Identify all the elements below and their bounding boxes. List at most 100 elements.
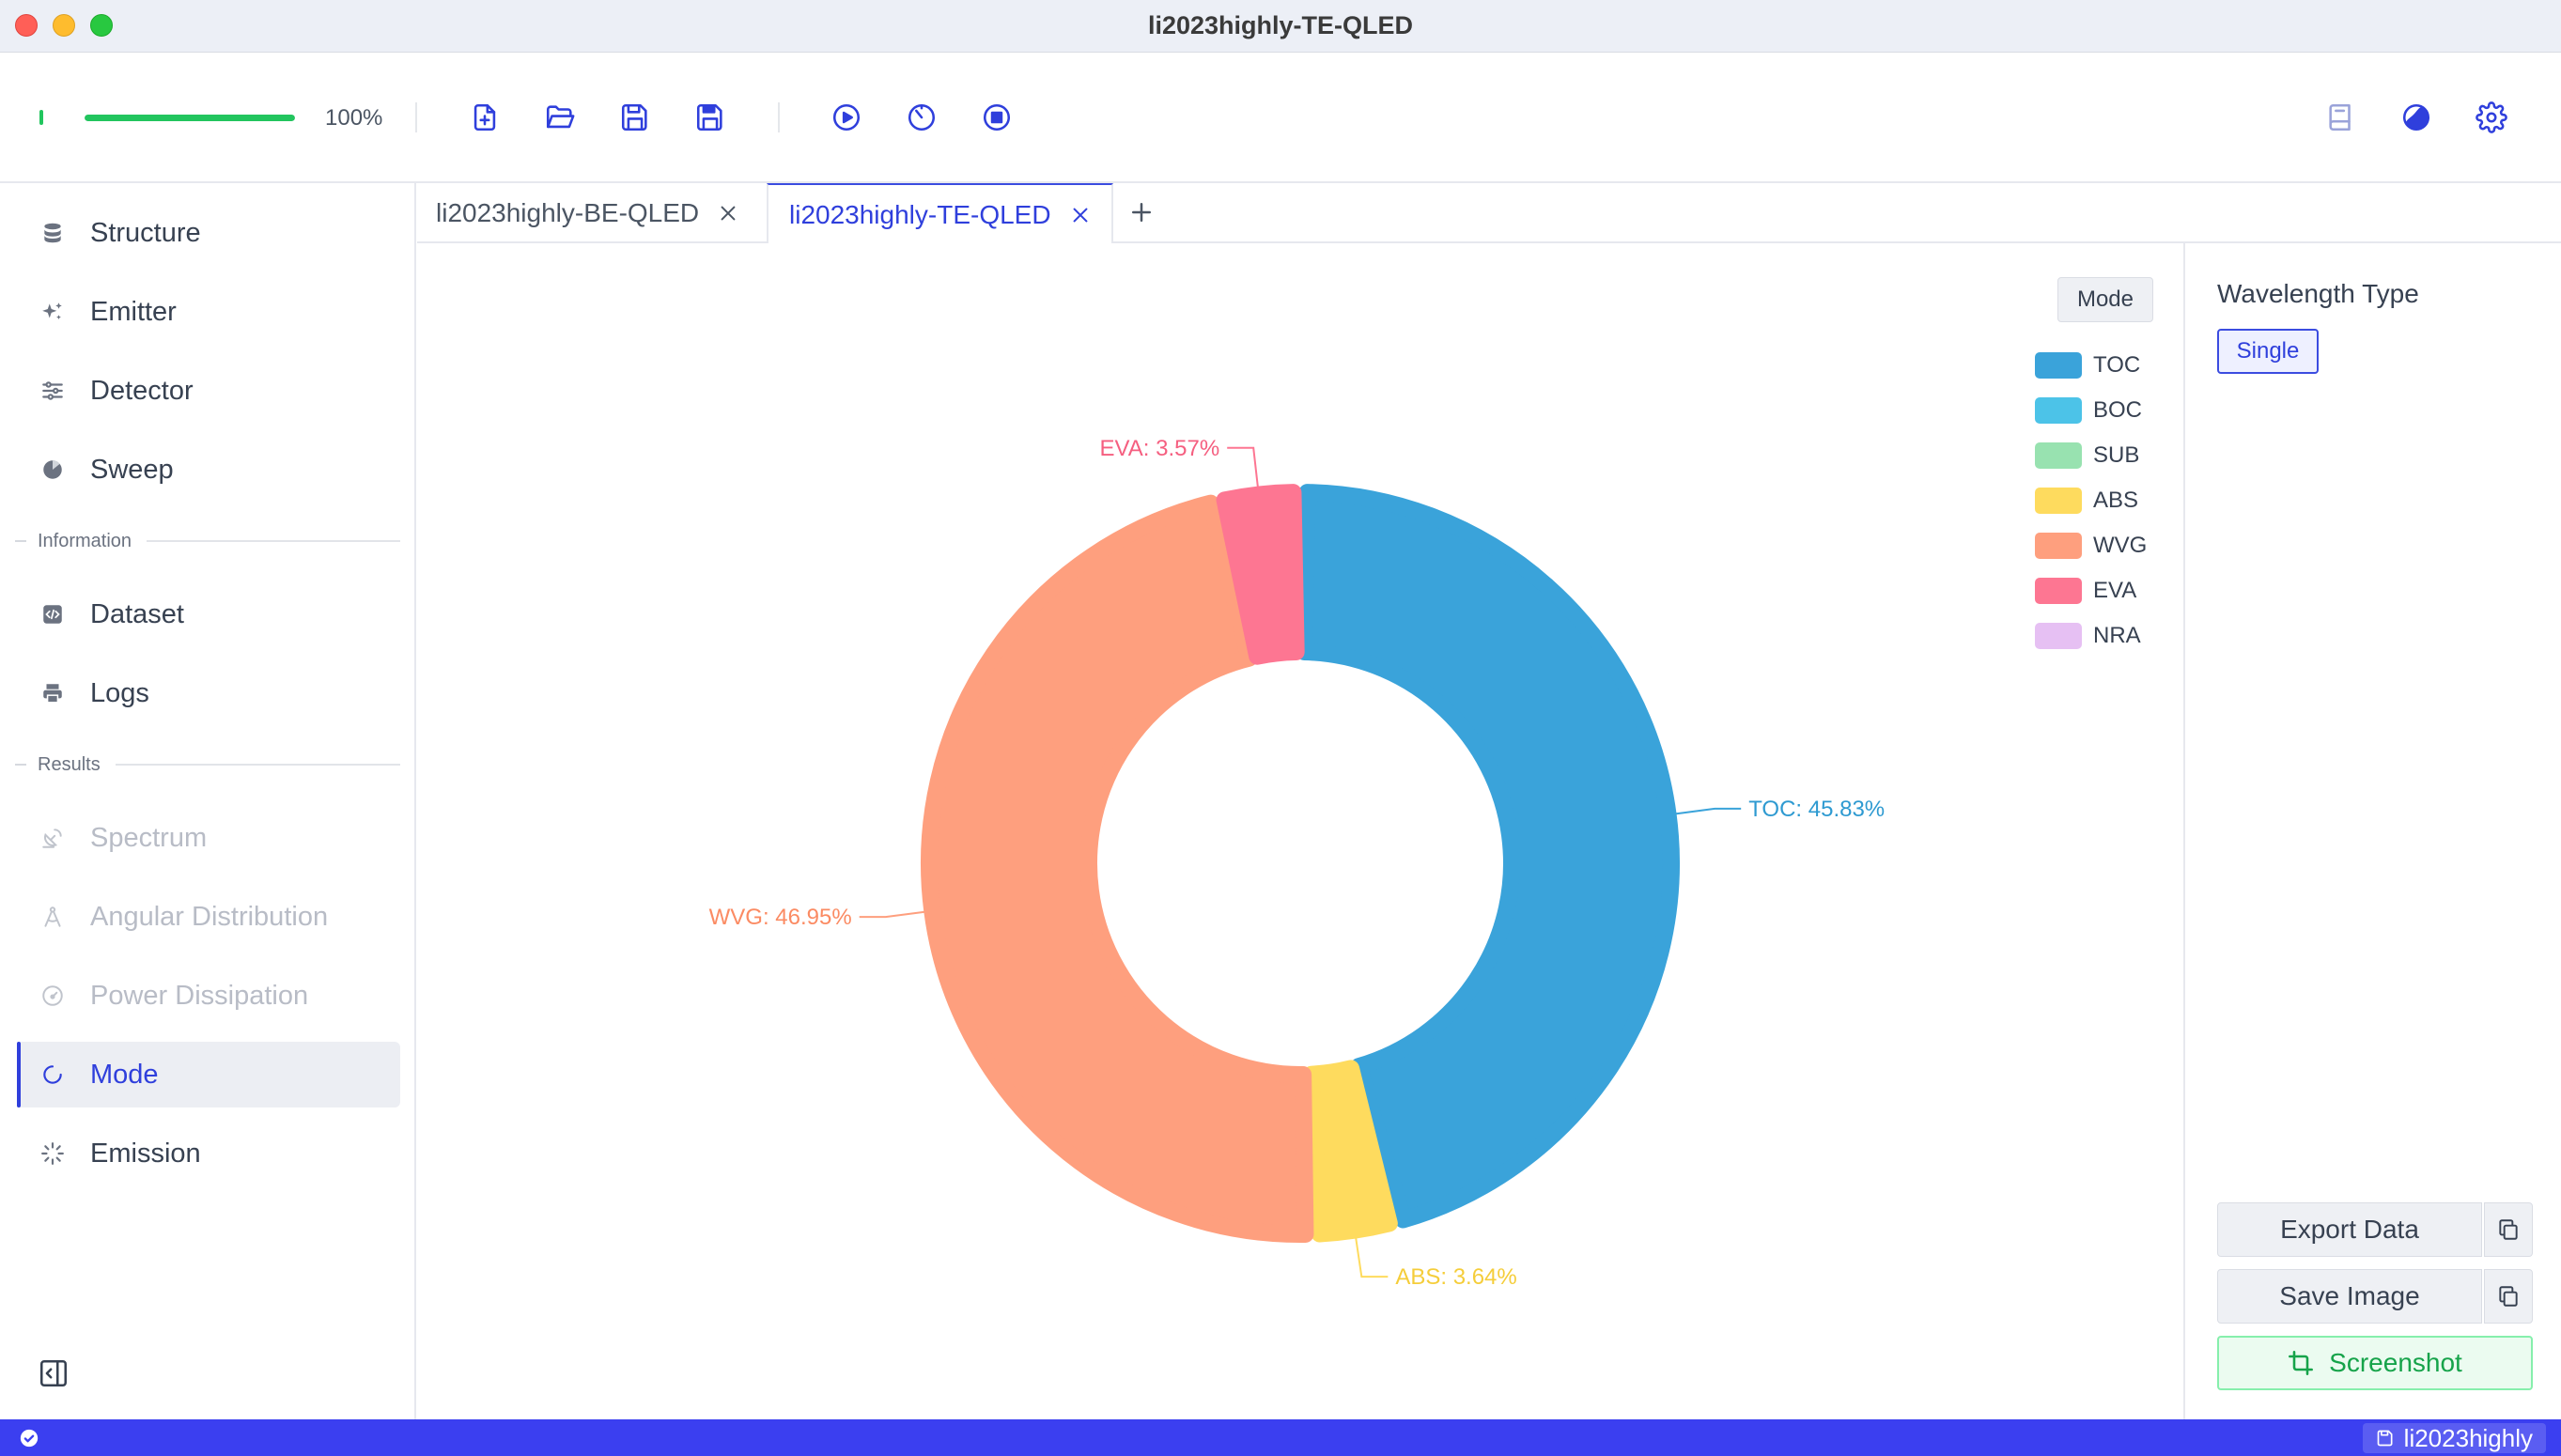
slice-label-wvg: WVG: 46.95% [709, 905, 852, 930]
progress-bar [85, 115, 295, 121]
chart-legend: TOC BOC SUB ABS WVG EVA NRA [2035, 343, 2147, 658]
progress-bar-fill [85, 115, 295, 121]
mode-button[interactable]: Mode [2057, 277, 2153, 322]
slice-label-toc: TOC: 45.83% [1748, 797, 1885, 822]
right-panel: Wavelength Type Single Export Data Save … [2183, 243, 2561, 1419]
legend-item-eva[interactable]: EVA [2035, 568, 2147, 613]
circle-notch-icon [39, 1061, 66, 1088]
new-file-button[interactable] [466, 99, 504, 136]
timer-icon [908, 103, 936, 132]
legend-item-wvg[interactable]: WVG [2035, 523, 2147, 568]
project-indicator[interactable]: li2023highly [2362, 1423, 2546, 1453]
open-folder-icon [546, 105, 575, 129]
copy-image-button[interactable] [2484, 1269, 2533, 1324]
sidebar-item-label: Dataset [90, 598, 184, 629]
settings-icon [2476, 101, 2507, 133]
window-title: li2023highly-TE-QLED [1147, 11, 1414, 39]
sidebar-item-dataset[interactable]: Dataset [17, 581, 400, 647]
sidebar-item-emission[interactable]: Emission [17, 1121, 400, 1186]
status-bar: li2023highly [0, 1419, 2561, 1456]
run-icon [832, 103, 861, 132]
docs-button[interactable] [2322, 99, 2360, 136]
legend-swatch [2035, 442, 2082, 469]
tab-be-qled[interactable]: li2023highly-BE-QLED [436, 183, 740, 243]
crop-icon [2289, 1351, 2314, 1375]
book-icon [2329, 103, 2351, 132]
sidebar-item-label: Angular Distribution [90, 901, 329, 932]
toolbar-divider [778, 102, 780, 132]
legend-item-toc[interactable]: TOC [2035, 343, 2147, 388]
burst-icon [39, 1140, 66, 1167]
screenshot-button[interactable]: Screenshot [2217, 1336, 2533, 1390]
open-folder-button[interactable] [541, 99, 579, 136]
sidebar-item-sweep[interactable]: Sweep [17, 437, 400, 503]
section-header-information: Information [15, 527, 400, 555]
add-tab-button[interactable] [1127, 198, 1156, 226]
sidebar-item-spectrum: Spectrum [17, 805, 400, 871]
copy-data-button[interactable] [2484, 1202, 2533, 1257]
sidebar-item-emitter[interactable]: Emitter [17, 279, 400, 345]
sidebar-item-angular-distribution: Angular Distribution [17, 884, 400, 950]
single-wavelength-button[interactable]: Single [2217, 329, 2319, 374]
save-icon [2377, 1430, 2393, 1447]
collapse-sidebar-button[interactable] [38, 1357, 70, 1389]
slice-label-eva: EVA: 3.57% [1100, 436, 1220, 461]
plus-icon [1132, 203, 1151, 222]
legend-item-sub[interactable]: SUB [2035, 433, 2147, 478]
export-data-button[interactable]: Export Data [2217, 1202, 2482, 1257]
legend-item-boc[interactable]: BOC [2035, 388, 2147, 433]
wavelength-type-title: Wavelength Type [2217, 279, 2419, 308]
legend-swatch [2035, 397, 2082, 424]
sidebar: Structure Emitter Detector Sweep Informa… [0, 183, 416, 1419]
legend-label: WVG [2093, 533, 2148, 558]
sidebar-item-structure[interactable]: Structure [17, 200, 400, 266]
sidebar-item-label: Mode [90, 1059, 159, 1090]
save-icon [621, 103, 647, 132]
sidebar-item-mode[interactable]: Mode [17, 1042, 400, 1107]
timer-button[interactable] [903, 99, 940, 136]
legend-item-abs[interactable]: ABS [2035, 478, 2147, 523]
code-file-icon [39, 601, 66, 627]
sidebar-item-label: Logs [90, 677, 149, 708]
sidebar-item-detector[interactable]: Detector [17, 358, 400, 424]
printer-icon [39, 680, 66, 706]
legend-label: EVA [2093, 578, 2137, 603]
chart-area: TOC: 45.83% ABS: 3.64% WVG: 46.95% EVA: 3.5… [417, 243, 2183, 1419]
label-leader-line [859, 910, 925, 919]
save-image-button[interactable]: Save Image [2217, 1269, 2482, 1324]
legend-label: BOC [2093, 397, 2143, 423]
run-button[interactable] [828, 99, 865, 136]
tab-label: li2023highly-BE-QLED [436, 198, 700, 227]
legend-item-nra[interactable]: NRA [2035, 613, 2147, 658]
toolbar: 100% [0, 54, 2561, 183]
close-icon[interactable] [1068, 203, 1093, 227]
close-icon[interactable] [716, 201, 740, 225]
gauge-icon [39, 983, 66, 1009]
satellite-icon [39, 825, 66, 851]
sidebar-item-label: Sweep [90, 454, 174, 485]
project-name: li2023highly [2403, 1423, 2533, 1452]
sidebar-item-logs[interactable]: Logs [17, 660, 400, 726]
tab-te-qled[interactable]: li2023highly-TE-QLED [767, 183, 1113, 245]
sidebar-collapse-icon [39, 1359, 68, 1387]
legend-swatch [2035, 533, 2082, 559]
stop-button[interactable] [978, 99, 1016, 136]
sparkles-icon [39, 299, 66, 325]
tab-label: li2023highly-TE-QLED [789, 200, 1051, 229]
pie-icon [39, 457, 66, 483]
progress-indicator [39, 110, 43, 125]
tab-bar: li2023highly-BE-QLED li2023highly-TE-QLE… [417, 183, 2561, 245]
title-bar: li2023highly-TE-QLED [0, 0, 2561, 53]
settings-button[interactable] [2473, 99, 2510, 136]
theme-toggle-button[interactable] [2398, 99, 2435, 136]
sliders-icon [39, 378, 66, 404]
stop-icon [983, 103, 1011, 132]
legend-label: NRA [2093, 623, 2141, 648]
copy-icon [2499, 1286, 2518, 1307]
section-header-results: Results [15, 751, 400, 779]
sidebar-item-label: Structure [90, 217, 201, 248]
slice-label-abs: ABS: 3.64% [1395, 1264, 1516, 1290]
save-button[interactable] [616, 99, 654, 136]
sidebar-item-label: Power Dissipation [90, 980, 309, 1011]
save-as-button[interactable] [691, 99, 729, 136]
